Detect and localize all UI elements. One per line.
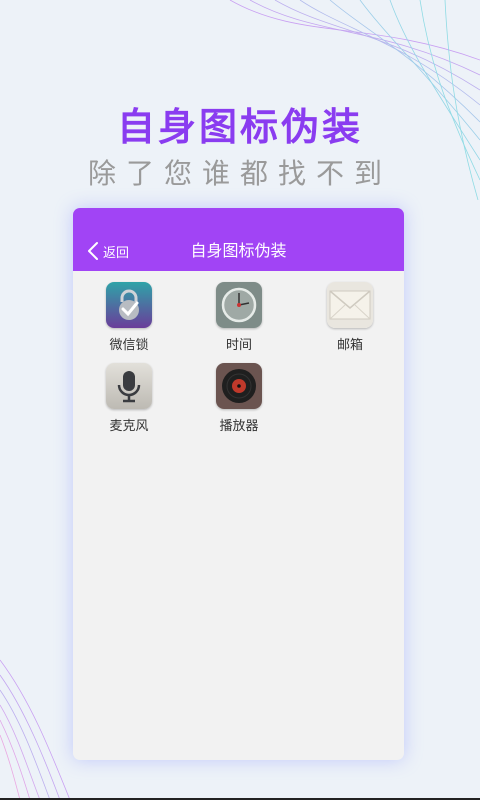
- app-label: 微信锁: [109, 338, 149, 353]
- app-bar-title: 自身图标伪装: [190, 241, 287, 260]
- app-item-player[interactable]: 播放器: [199, 363, 279, 434]
- padlock-check-icon: [106, 282, 152, 328]
- microphone-icon: [106, 363, 152, 409]
- clock-icon: [216, 282, 262, 328]
- app-label: 麦克风: [109, 419, 149, 434]
- promo-subtitle: 除了您谁都找不到: [87, 157, 392, 190]
- app-item-microphone[interactable]: 麦克风: [89, 363, 169, 434]
- promo-title: 自身图标伪装: [116, 105, 363, 149]
- phone-screen-mockup: 返回 自身图标伪装 微信锁 时间 邮箱 麦克风 播放器: [73, 208, 404, 760]
- app-label: 播放器: [219, 419, 259, 434]
- envelope-icon: [327, 282, 373, 328]
- app-item-clock[interactable]: 时间: [199, 282, 279, 353]
- app-label: 时间: [225, 338, 252, 353]
- app-item-mail[interactable]: 邮箱: [310, 282, 390, 353]
- app-item-wechat-lock[interactable]: 微信锁: [89, 282, 169, 353]
- app-bar: 返回 自身图标伪装: [73, 208, 404, 271]
- vinyl-record-icon: [216, 363, 262, 409]
- app-label: 邮箱: [336, 338, 363, 353]
